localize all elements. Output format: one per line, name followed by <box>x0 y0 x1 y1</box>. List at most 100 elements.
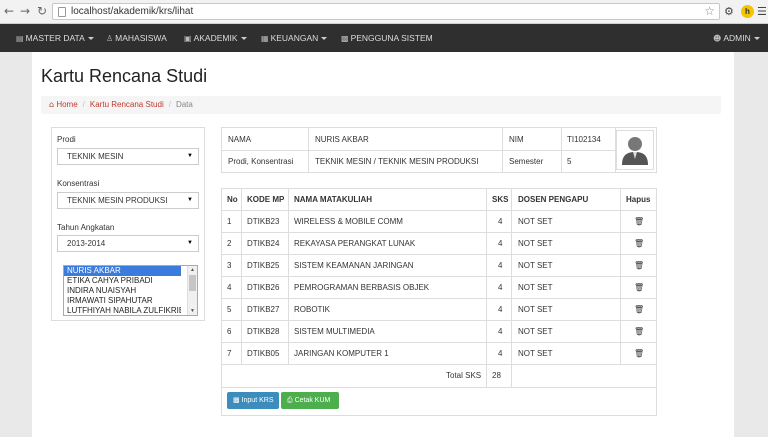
nav-mahasiswa[interactable]: ♙ MAHASISWA <box>106 24 167 52</box>
konsentrasi-select[interactable]: TEKNIK MESIN PRODUKSI ▼ <box>57 192 199 209</box>
col-divider <box>502 128 503 172</box>
trash-icon[interactable]: 🗑 <box>634 277 644 299</box>
cell-no: 1 <box>227 217 232 226</box>
print-icon: ⎙ <box>287 396 293 404</box>
home-icon: ⌂ <box>49 100 55 109</box>
total-sks-label: Total SKS <box>446 371 482 380</box>
url-text: localhost/akademik/krs/lihat <box>71 6 194 17</box>
nav-label: MASTER DATA <box>25 33 85 43</box>
cell-sks: 4 <box>498 305 503 314</box>
breadcrumb-separator: / <box>82 100 85 109</box>
trash-icon[interactable]: 🗑 <box>634 343 644 365</box>
cell-dosen: NOT SET <box>518 305 553 314</box>
scroll-thumb[interactable] <box>189 275 196 291</box>
col-divider <box>241 189 242 365</box>
student-option[interactable]: INDIRA NUAISYAH <box>64 286 181 296</box>
caret-down-icon <box>321 37 328 41</box>
row-divider <box>222 387 656 388</box>
cell-no: 2 <box>227 239 232 248</box>
col-header-sks: SKS <box>492 195 509 204</box>
nama-label: NAMA <box>228 135 252 144</box>
col-header-hapus: Hapus <box>626 195 651 204</box>
avatar <box>616 130 654 170</box>
browser-toolbar: ← → ↻ localhost/akademik/krs/lihat ☆ ⚙ h… <box>0 0 768 24</box>
student-option[interactable]: LUTFHIYAH NABILA ZULFIKRIE <box>64 306 181 314</box>
student-option[interactable]: ETIKA CAHYA PRIBADI <box>64 276 181 286</box>
select-arrow-icon: ▼ <box>187 240 193 246</box>
cell-dosen: NOT SET <box>518 283 553 292</box>
nav-label: PENGGUNA SISTEM <box>350 33 433 43</box>
scroll-down-icon[interactable]: ▼ <box>188 307 197 315</box>
trash-icon[interactable]: 🗑 <box>634 211 644 233</box>
nav-keuangan[interactable]: ▦ KEUANGAN <box>261 24 328 52</box>
nav-label: MAHASISWA <box>115 33 167 43</box>
menu-icon[interactable]: ☰ <box>757 5 767 18</box>
listbox-scrollbar[interactable]: ▲ ▼ <box>187 266 197 315</box>
total-sks-value: 28 <box>492 371 501 380</box>
trash-icon[interactable]: 🗑 <box>634 255 644 277</box>
address-bar[interactable]: localhost/akademik/krs/lihat ☆ <box>52 3 720 20</box>
cell-dosen: NOT SET <box>518 327 553 336</box>
nav-akademik[interactable]: ▣ AKADEMIK <box>184 24 247 52</box>
student-listbox[interactable]: NURIS AKBAR ETIKA CAHYA PRIBADI INDIRA N… <box>63 265 198 316</box>
col-divider <box>308 128 309 172</box>
cetak-kum-label: Cetak KUM <box>294 397 331 404</box>
tahun-selected-value: 2013-2014 <box>67 239 106 248</box>
caret-down-icon <box>87 37 94 41</box>
nav-label: KEUANGAN <box>270 33 319 43</box>
nim-value: TI102134 <box>567 135 601 144</box>
breadcrumb-home[interactable]: ⌂ Home <box>49 100 78 109</box>
reload-icon[interactable]: ↻ <box>35 4 49 18</box>
bookmark-star-icon[interactable]: ☆ <box>704 4 715 18</box>
trash-icon[interactable]: 🗑 <box>634 299 644 321</box>
money-icon: ▦ <box>261 34 269 43</box>
settings-gear-icon[interactable]: ⚙ <box>724 5 734 18</box>
cell-kode: DTIKB05 <box>247 349 280 358</box>
prodi-konsentrasi-label: Prodi, Konsentrasi <box>228 157 294 166</box>
cart-icon: ▩ <box>233 396 240 404</box>
input-krs-button[interactable]: ▩ Input KRS <box>227 392 279 409</box>
col-divider <box>486 189 487 387</box>
cell-dosen: NOT SET <box>518 349 553 358</box>
caret-down-icon <box>753 37 760 41</box>
semester-value: 5 <box>567 157 572 166</box>
cell-sks: 4 <box>498 283 503 292</box>
extension-icon[interactable]: h <box>741 5 754 18</box>
forward-icon[interactable]: → <box>18 4 32 18</box>
users-icon: ♙ <box>106 34 114 43</box>
trash-icon[interactable]: 🗑 <box>634 233 644 255</box>
cell-nama: SISTEM KEAMANAN JARINGAN <box>294 261 414 270</box>
tahun-angkatan-select[interactable]: 2013-2014 ▼ <box>57 235 199 252</box>
student-option[interactable]: NURIS AKBAR <box>64 266 181 276</box>
student-option[interactable]: IRMAWATI SIPAHUTAR <box>64 296 181 306</box>
filter-panel: Prodi TEKNIK MESIN ▼ Konsentrasi TEKNIK M… <box>51 127 205 321</box>
prodi-label: Prodi <box>57 135 76 144</box>
breadcrumb-current: Data <box>175 100 193 109</box>
cell-no: 3 <box>227 261 232 270</box>
back-icon[interactable]: ← <box>2 4 16 18</box>
cell-nama: REKAYASA PERANGKAT LUNAK <box>294 239 416 248</box>
row-divider <box>222 150 615 151</box>
col-header-no: No <box>227 195 238 204</box>
cell-dosen: NOT SET <box>518 239 553 248</box>
nav-pengguna-sistem[interactable]: ▩ PENGGUNA SISTEM <box>341 24 433 52</box>
prodi-konsentrasi-value: TEKNIK MESIN / TEKNIK MESIN PRODUKSI <box>315 157 479 166</box>
tahun-angkatan-label: Tahun Angkatan <box>57 223 115 232</box>
nav-master-data[interactable]: ▤ MASTER DATA <box>16 24 94 52</box>
nav-admin-user[interactable]: ☻ ADMIN <box>713 24 760 52</box>
cell-kode: DTIKB26 <box>247 283 280 292</box>
breadcrumb-krs[interactable]: Kartu Rencana Studi <box>90 100 164 109</box>
cetak-kum-button[interactable]: ⎙ Cetak KUM <box>281 392 339 409</box>
page-title: Kartu Rencana Studi <box>41 66 208 86</box>
cell-kode: DTIKB25 <box>247 261 280 270</box>
trash-icon[interactable]: 🗑 <box>634 321 644 343</box>
prodi-select[interactable]: TEKNIK MESIN ▼ <box>57 148 199 165</box>
konsentrasi-selected-value: TEKNIK MESIN PRODUKSI <box>67 196 168 205</box>
col-header-nama: NAMA MATAKULIAH <box>294 195 373 204</box>
scroll-up-icon[interactable]: ▲ <box>188 266 197 274</box>
cell-nama: ROBOTIK <box>294 305 331 314</box>
cell-no: 6 <box>227 327 232 336</box>
cell-sks: 4 <box>498 239 503 248</box>
cell-sks: 4 <box>498 217 503 226</box>
select-arrow-icon: ▼ <box>187 197 193 203</box>
